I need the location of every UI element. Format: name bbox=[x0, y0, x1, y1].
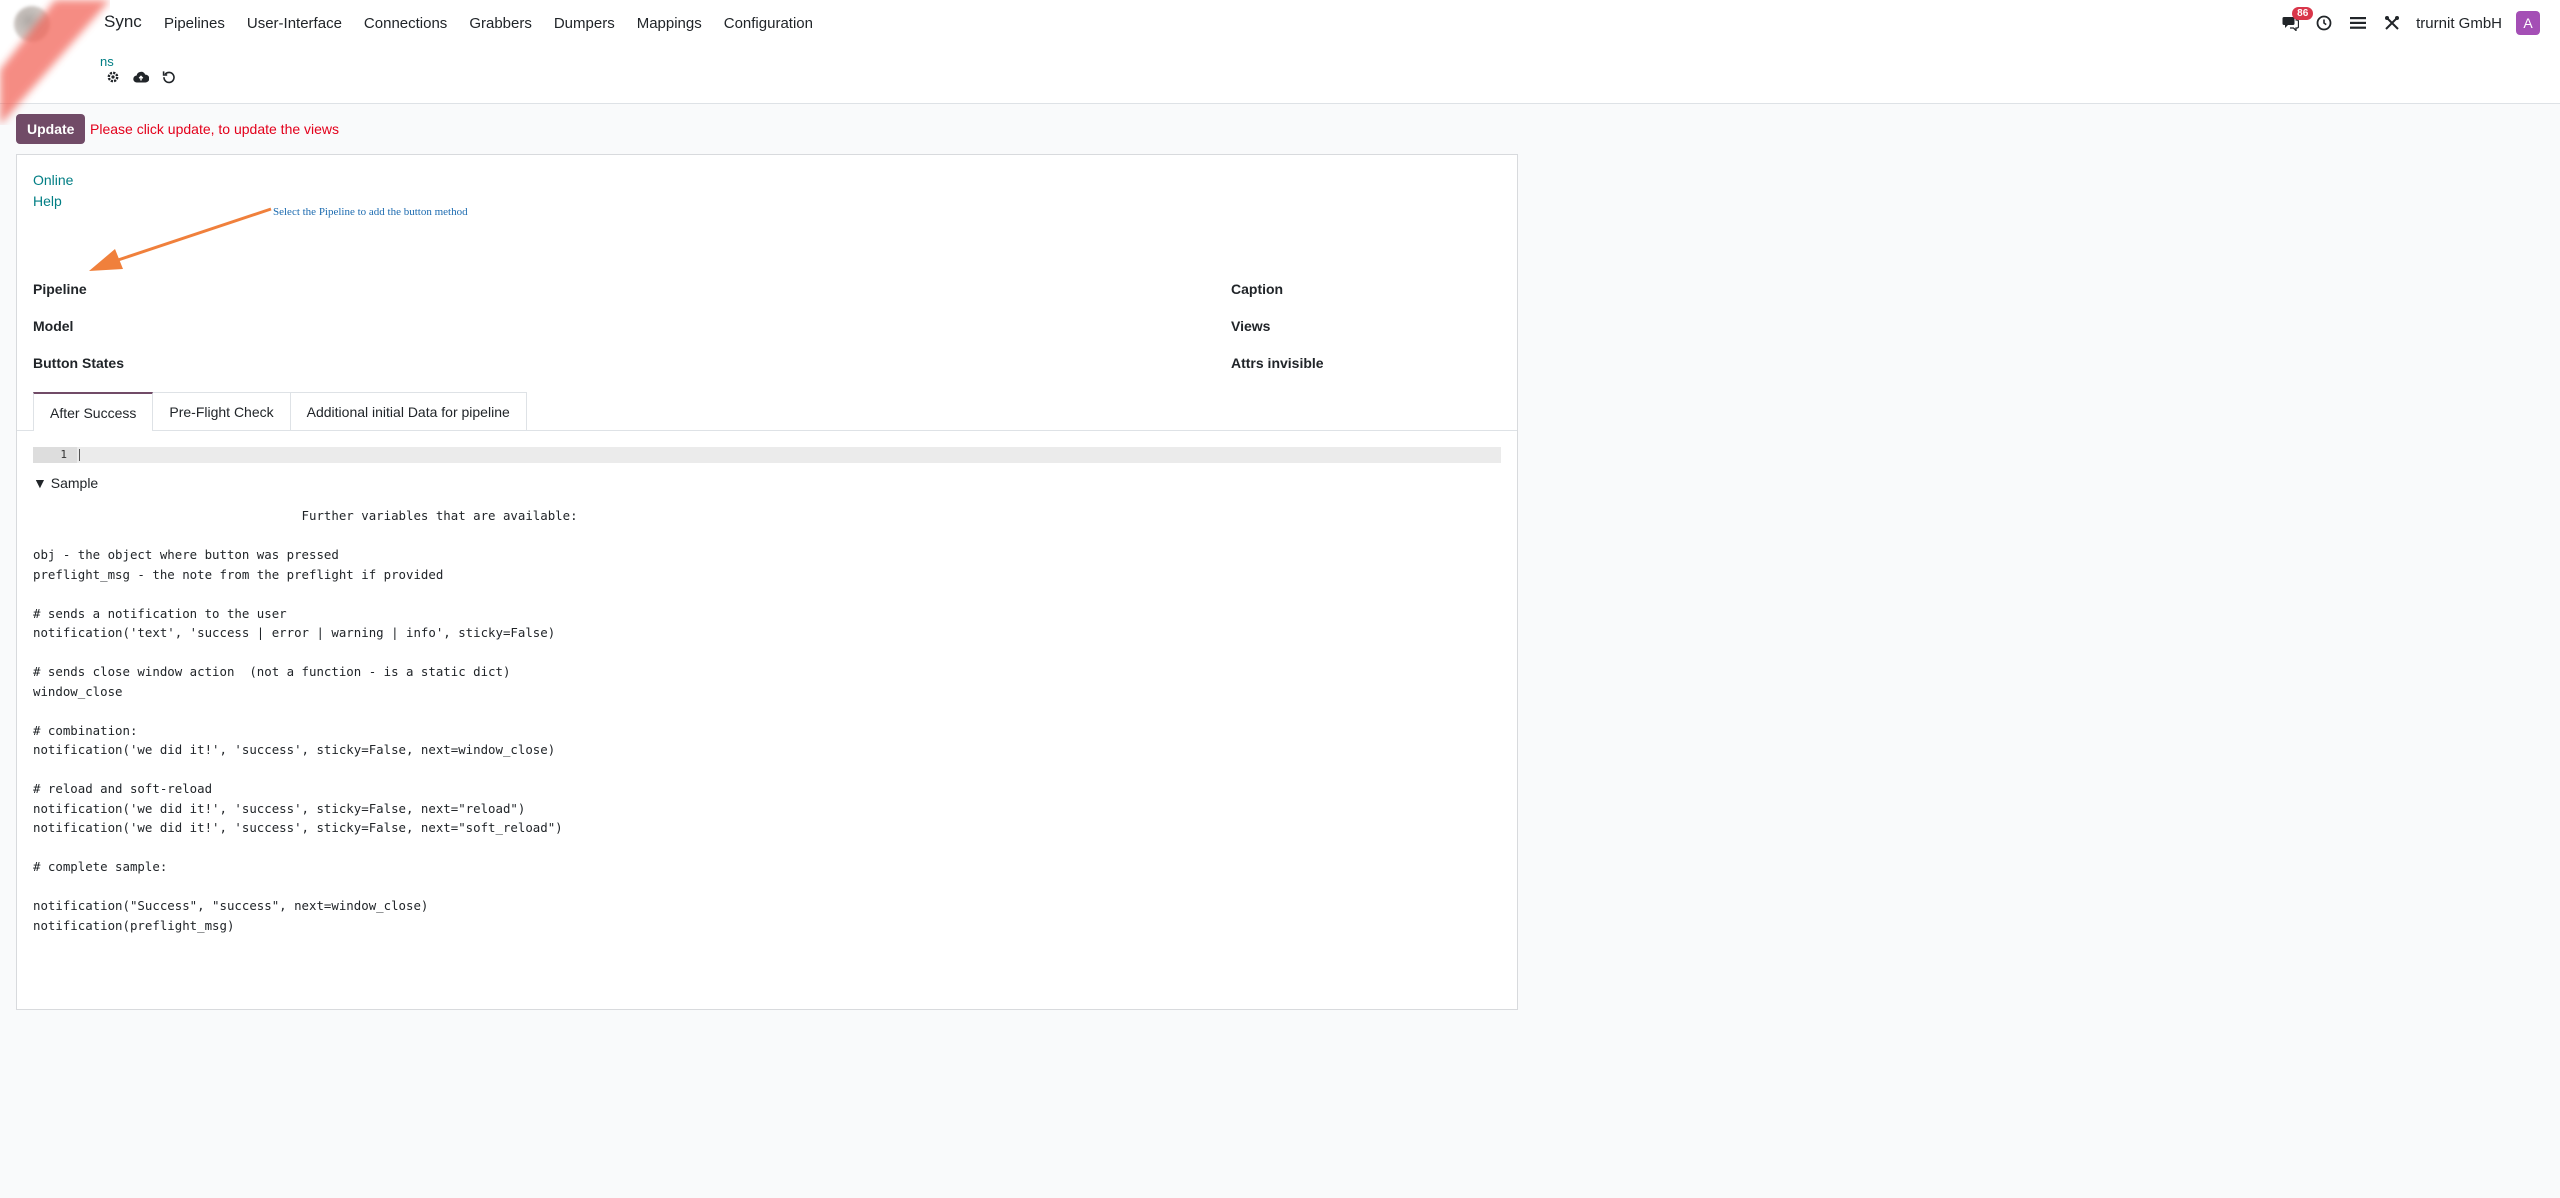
field-label-caption: Caption bbox=[1231, 281, 1284, 297]
menu-item-dumpers[interactable]: Dumpers bbox=[554, 15, 615, 32]
menu-item-pipelines[interactable]: Pipelines bbox=[164, 15, 225, 32]
pipeline-hint: Select the Pipeline to add the button me… bbox=[273, 206, 468, 218]
menu-item-mappings[interactable]: Mappings bbox=[637, 15, 702, 32]
control-panel: ns bbox=[0, 46, 2560, 104]
record-actions bbox=[104, 68, 188, 86]
undo-icon[interactable] bbox=[160, 68, 178, 86]
help-link[interactable]: Help bbox=[33, 193, 62, 209]
field-label-model: Model bbox=[33, 318, 74, 334]
sample-code: Further variables that are available: ob… bbox=[33, 508, 578, 933]
top-navbar: Sync Pipelines User-Interface Connection… bbox=[0, 0, 2560, 46]
caret-down-icon: ▼ bbox=[33, 475, 47, 491]
field-label-pipeline: Pipeline bbox=[33, 281, 87, 297]
cloud-upload-icon[interactable] bbox=[132, 68, 150, 86]
notebook-tabs: After Success Pre-Flight Check Additiona… bbox=[33, 392, 527, 431]
line-number: 1 bbox=[33, 447, 77, 463]
breadcrumb[interactable]: ns bbox=[100, 54, 114, 69]
text-cursor bbox=[79, 449, 80, 461]
message-count-badge: 86 bbox=[2292, 7, 2314, 20]
online-link[interactable]: Online bbox=[33, 172, 73, 188]
menu-item-grabbers[interactable]: Grabbers bbox=[469, 15, 532, 32]
menu-item-configuration[interactable]: Configuration bbox=[724, 15, 813, 32]
systray: 86 trurnit GmbH A bbox=[2266, 0, 2540, 46]
field-label-views: Views bbox=[1231, 318, 1271, 334]
tab-divider bbox=[17, 430, 1517, 431]
user-avatar[interactable]: A bbox=[2516, 11, 2540, 35]
app-name[interactable]: Sync bbox=[104, 12, 142, 32]
update-warning-message: Please click update, to update the views bbox=[90, 121, 340, 137]
tools-icon[interactable] bbox=[2382, 13, 2402, 33]
menu-item-user-interface[interactable]: User-Interface bbox=[247, 15, 342, 32]
gear-icon[interactable] bbox=[104, 68, 122, 86]
menu-item-connections[interactable]: Connections bbox=[364, 15, 447, 32]
chat-icon[interactable]: 86 bbox=[2280, 7, 2314, 33]
list-icon[interactable] bbox=[2348, 13, 2368, 33]
main-menu: Pipelines User-Interface Connections Gra… bbox=[164, 0, 835, 46]
sample-toggle[interactable]: ▼ Sample bbox=[33, 475, 98, 491]
update-button[interactable]: Update bbox=[16, 114, 86, 144]
form-sheet: Online Help Select the Pipeline to add t… bbox=[16, 154, 1518, 1010]
field-label-attrs-invisible: Attrs invisible bbox=[1231, 355, 1324, 371]
sample-label: Sample bbox=[50, 475, 99, 491]
hint-arrow-icon bbox=[89, 207, 272, 271]
field-label-button-states: Button States bbox=[33, 355, 124, 371]
app-menu-icon[interactable] bbox=[14, 6, 50, 42]
company-switcher[interactable]: trurnit GmbH bbox=[2416, 15, 2502, 32]
clock-icon[interactable] bbox=[2314, 13, 2334, 33]
code-editor[interactable]: 1 bbox=[33, 447, 1501, 463]
tab-pre-flight-check[interactable]: Pre-Flight Check bbox=[152, 392, 291, 430]
tab-additional-initial-data[interactable]: Additional initial Data for pipeline bbox=[289, 392, 527, 430]
tab-after-success[interactable]: After Success bbox=[33, 392, 154, 431]
